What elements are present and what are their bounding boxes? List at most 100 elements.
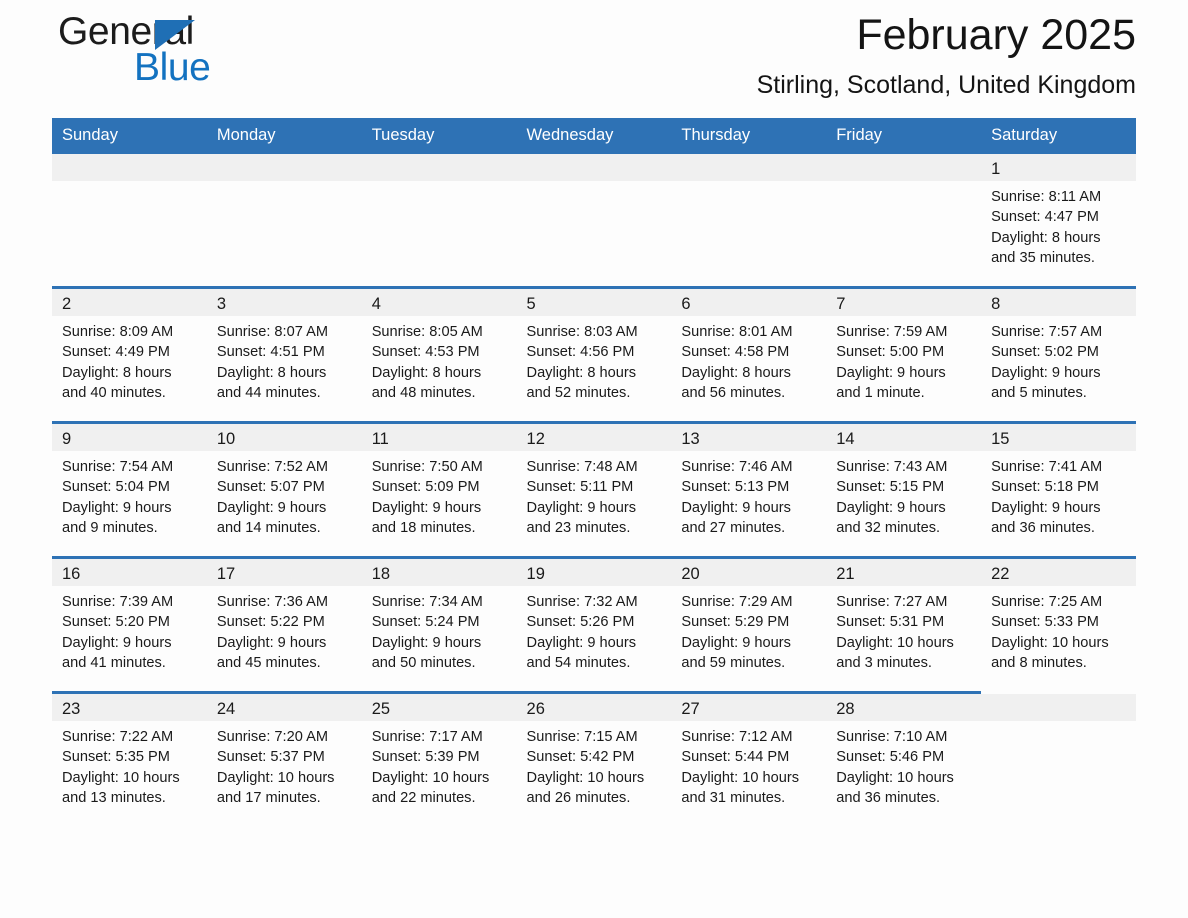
calendar-day-cell[interactable]: 5 Sunrise: 8:03 AM Sunset: 4:56 PM Daylight… — [516, 286, 672, 423]
daylight-text-line2: and 59 minutes. — [681, 655, 786, 672]
day-sun-info: Sunrise: 7:52 AM Sunset: 5:07 PM Daylight:… — [207, 451, 362, 539]
sunset-text: Sunset: 5:39 PM — [371, 749, 480, 766]
sunrise-text: Sunrise: 8:09 AM — [62, 324, 174, 340]
day-number-band — [981, 694, 1136, 721]
day-number: 3 — [206, 289, 362, 316]
day-number-band — [826, 154, 982, 181]
general-blue-logo[interactable]: General Blue — [58, 10, 358, 96]
daylight-text-line1: Daylight: 9 hours — [681, 634, 791, 651]
calendar-day-cell[interactable]: 26 Sunrise: 7:15 AM Sunset: 5:42 PM Dayligh… — [516, 691, 672, 826]
daylight-text-line1: Daylight: 10 hours — [836, 634, 954, 651]
day-number: 5 — [516, 289, 672, 316]
location-subtitle: Stirling, Scotland, United Kingdom — [756, 71, 1136, 99]
calendar-day-cell[interactable]: 1 Sunrise: 8:11 AM Sunset: 4:47 PM Daylight… — [981, 154, 1136, 288]
calendar-day-cell[interactable]: 6 Sunrise: 8:01 AM Sunset: 4:58 PM Daylight… — [671, 286, 827, 423]
day-number: 17 — [206, 559, 362, 586]
day-sun-info: Sunrise: 7:41 AM Sunset: 5:18 PM Daylight:… — [981, 451, 1136, 539]
sunset-text: Sunset: 4:58 PM — [681, 344, 790, 361]
daylight-text-line2: and 1 minute. — [836, 385, 925, 402]
day-sun-info: Sunrise: 8:07 AM Sunset: 4:51 PM Daylight:… — [207, 316, 362, 404]
calendar-day-cell[interactable]: 12 Sunrise: 7:48 AM Sunset: 5:11 PM Dayligh… — [516, 421, 672, 558]
sunrise-text: Sunrise: 7:17 AM — [371, 729, 483, 745]
sunrise-text: Sunrise: 7:50 AM — [371, 459, 483, 475]
sunrise-text: Sunrise: 7:48 AM — [526, 459, 638, 475]
day-number-band — [516, 154, 672, 181]
calendar-day-cell[interactable]: 4 Sunrise: 8:05 AM Sunset: 4:53 PM Daylight… — [361, 286, 517, 423]
sunset-text: Sunset: 5:11 PM — [526, 479, 634, 496]
calendar-day-cell[interactable]: 23 Sunrise: 7:22 AM Sunset: 5:35 PM Dayligh… — [52, 691, 207, 826]
page-title: February 2025 — [856, 11, 1136, 59]
sunset-text: Sunset: 4:51 PM — [216, 344, 325, 361]
calendar-day-cell[interactable]: 7 Sunrise: 7:59 AM Sunset: 5:00 PM Daylight… — [826, 286, 982, 423]
calendar-header-row: Sunday Monday Tuesday Wednesday Thursday Frid… — [52, 118, 1136, 154]
calendar-day-cell[interactable]: 14 Sunrise: 7:43 AM Sunset: 5:15 PM Dayligh… — [826, 421, 982, 558]
calendar-day-cell[interactable]: 21 Sunrise: 7:27 AM Sunset: 5:31 PM Dayligh… — [826, 556, 982, 693]
sunset-text: Sunset: 5:09 PM — [371, 479, 480, 496]
daylight-text-line2: and 40 minutes. — [62, 385, 166, 402]
daylight-text-line2: and 23 minutes. — [526, 520, 631, 537]
day-sun-info: Sunrise: 7:10 AM Sunset: 5:46 PM Daylight:… — [826, 721, 981, 809]
day-number: 26 — [516, 694, 672, 721]
daylight-text-line1: Daylight: 9 hours — [62, 499, 172, 516]
daylight-text-line1: Daylight: 10 hours — [216, 769, 335, 786]
calendar-day-cell[interactable]: 24 Sunrise: 7:20 AM Sunset: 5:37 PM Dayligh… — [206, 691, 362, 826]
day-sun-info: Sunrise: 7:54 AM Sunset: 5:04 PM Daylight:… — [52, 451, 207, 539]
day-sun-info: Sunrise: 7:57 AM Sunset: 5:02 PM Daylight:… — [981, 316, 1136, 404]
calendar-day-cell[interactable]: 18 Sunrise: 7:34 AM Sunset: 5:24 PM Dayligh… — [361, 556, 517, 693]
calendar-day-cell[interactable]: 22 Sunrise: 7:25 AM Sunset: 5:33 PM Dayligh… — [981, 556, 1136, 693]
calendar-day-cell[interactable]: 3 Sunrise: 8:07 AM Sunset: 4:51 PM Daylight… — [206, 286, 362, 423]
sunset-text: Sunset: 4:56 PM — [526, 344, 635, 361]
daylight-text-line1: Daylight: 9 hours — [216, 499, 327, 516]
day-sun-info: Sunrise: 7:43 AM Sunset: 5:15 PM Daylight:… — [826, 451, 981, 539]
sunset-text: Sunset: 5:15 PM — [836, 479, 945, 496]
calendar-empty-cell — [981, 692, 1136, 826]
daylight-text-line2: and 3 minutes. — [836, 655, 932, 672]
sunrise-text: Sunrise: 8:01 AM — [681, 324, 793, 340]
calendar-day-cell[interactable]: 10 Sunrise: 7:52 AM Sunset: 5:07 PM Dayligh… — [206, 421, 362, 558]
day-sun-info: Sunrise: 7:50 AM Sunset: 5:09 PM Daylight:… — [362, 451, 517, 539]
daylight-text-line2: and 48 minutes. — [371, 385, 476, 402]
calendar-day-cell[interactable]: 15 Sunrise: 7:41 AM Sunset: 5:18 PM Dayligh… — [981, 421, 1136, 558]
sunset-text: Sunset: 5:00 PM — [836, 344, 945, 361]
day-number: 7 — [826, 289, 982, 316]
sunset-text: Sunset: 5:29 PM — [681, 614, 790, 631]
day-number: 14 — [826, 424, 982, 451]
daylight-text-line2: and 17 minutes. — [216, 790, 321, 807]
daylight-text-line1: Daylight: 9 hours — [991, 364, 1101, 381]
day-number: 27 — [671, 694, 827, 721]
sunset-text: Sunset: 5:37 PM — [216, 749, 325, 766]
sunset-text: Sunset: 5:07 PM — [216, 479, 325, 496]
day-number: 22 — [981, 559, 1136, 586]
calendar-day-cell[interactable]: 17 Sunrise: 7:36 AM Sunset: 5:22 PM Dayligh… — [206, 556, 362, 693]
weekday-header-1: Monday — [206, 118, 362, 154]
sunrise-text: Sunrise: 7:32 AM — [526, 594, 638, 610]
daylight-text-line1: Daylight: 9 hours — [371, 634, 482, 651]
day-number: 9 — [52, 424, 207, 451]
sunrise-text: Sunrise: 7:15 AM — [526, 729, 638, 745]
calendar-day-cell[interactable]: 2 Sunrise: 8:09 AM Sunset: 4:49 PM Daylight… — [52, 286, 207, 423]
calendar-day-cell[interactable]: 28 Sunrise: 7:10 AM Sunset: 5:46 PM Dayligh… — [826, 691, 982, 826]
calendar-day-cell[interactable]: 11 Sunrise: 7:50 AM Sunset: 5:09 PM Dayligh… — [361, 421, 517, 558]
calendar-day-cell[interactable]: 19 Sunrise: 7:32 AM Sunset: 5:26 PM Dayligh… — [516, 556, 672, 693]
day-number: 10 — [206, 424, 362, 451]
sunset-text: Sunset: 5:13 PM — [681, 479, 790, 496]
sunset-text: Sunset: 5:42 PM — [526, 749, 635, 766]
day-number-band — [52, 154, 207, 181]
calendar-empty-cell — [826, 154, 982, 288]
calendar-day-cell[interactable]: 27 Sunrise: 7:12 AM Sunset: 5:44 PM Dayligh… — [671, 691, 827, 826]
day-sun-info: Sunrise: 7:27 AM Sunset: 5:31 PM Daylight:… — [826, 586, 981, 674]
sunrise-text: Sunrise: 7:12 AM — [681, 729, 793, 745]
calendar-day-cell[interactable]: 9 Sunrise: 7:54 AM Sunset: 5:04 PM Daylight… — [52, 421, 207, 558]
daylight-text-line1: Daylight: 9 hours — [681, 499, 791, 516]
calendar-day-cell[interactable]: 13 Sunrise: 7:46 AM Sunset: 5:13 PM Dayligh… — [671, 421, 827, 558]
sunset-text: Sunset: 5:22 PM — [216, 614, 325, 631]
sunrise-text: Sunrise: 7:39 AM — [62, 594, 174, 610]
daylight-text-line1: Daylight: 9 hours — [216, 634, 327, 651]
calendar-day-cell[interactable]: 8 Sunrise: 7:57 AM Sunset: 5:02 PM Daylight… — [981, 286, 1136, 423]
calendar-day-cell[interactable]: 20 Sunrise: 7:29 AM Sunset: 5:29 PM Dayligh… — [671, 556, 827, 693]
day-sun-info: Sunrise: 7:29 AM Sunset: 5:29 PM Daylight:… — [671, 586, 826, 674]
sunrise-text: Sunrise: 7:10 AM — [836, 729, 948, 745]
calendar-day-cell[interactable]: 16 Sunrise: 7:39 AM Sunset: 5:20 PM Dayligh… — [52, 556, 207, 693]
calendar-day-cell[interactable]: 25 Sunrise: 7:17 AM Sunset: 5:39 PM Dayligh… — [361, 691, 517, 826]
sunrise-text: Sunrise: 7:36 AM — [216, 594, 328, 610]
